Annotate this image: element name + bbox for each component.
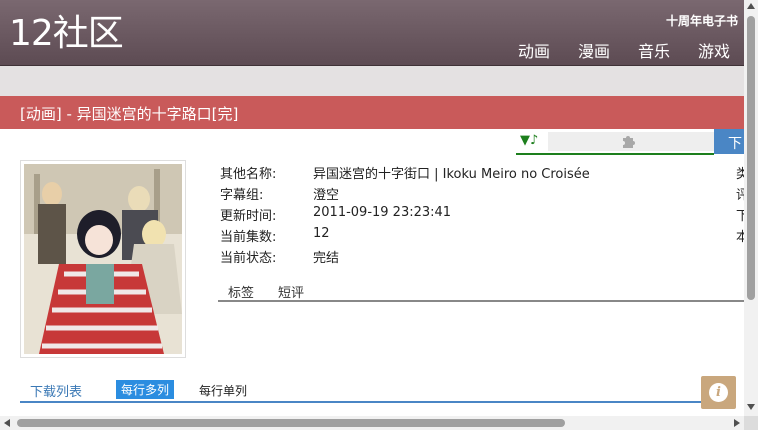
scrollbar-corner <box>744 416 758 430</box>
nav-item-music[interactable]: 音乐 <box>638 38 670 62</box>
detail-tabs: 标签 短评 <box>218 282 744 302</box>
title-bar: [动画] - 异国迷宫的十字路口[完] <box>0 96 744 129</box>
main-nav: 动画 漫画 音乐 游戏 <box>518 38 730 62</box>
sub-header-band <box>0 66 744 96</box>
view-multi-column-button[interactable]: 每行多列 <box>116 380 175 399</box>
download-list-label: 下载列表 <box>30 385 83 400</box>
page-title: [动画] - 异国迷宫的十字路口[完] <box>20 105 239 123</box>
audio-player[interactable]: ▼♪ <box>516 130 714 155</box>
view-single-column-button[interactable]: 每行单列 <box>199 382 247 399</box>
download-button[interactable]: 下 <box>714 129 744 154</box>
site-header: 12社区 十周年电子书 动画 漫画 音乐 游戏 <box>0 0 744 66</box>
tab-short-reviews[interactable]: 短评 <box>278 282 304 301</box>
scroll-right-icon[interactable] <box>734 419 740 427</box>
scroll-thumb[interactable] <box>17 419 565 427</box>
music-note-icon[interactable]: ▼♪ <box>520 133 538 148</box>
promo-link[interactable]: 十周年电子书 <box>666 12 738 29</box>
plugin-area[interactable] <box>548 132 714 151</box>
scroll-down-icon[interactable] <box>747 404 755 410</box>
nav-item-manga[interactable]: 漫画 <box>578 38 610 62</box>
vertical-scrollbar[interactable] <box>744 0 758 416</box>
horizontal-scrollbar[interactable] <box>0 416 744 430</box>
download-list-header: 下载列表 每行多列 每行单列 <box>20 379 736 403</box>
site-logo[interactable]: 12社区 <box>9 12 124 56</box>
scroll-up-icon[interactable] <box>747 3 755 9</box>
info-icon: i <box>709 383 728 402</box>
tab-tags[interactable]: 标签 <box>228 282 254 301</box>
cover-image <box>20 160 186 358</box>
nav-item-anime[interactable]: 动画 <box>518 38 550 62</box>
puzzle-piece-icon <box>620 132 638 154</box>
nav-item-games[interactable]: 游戏 <box>698 38 730 62</box>
scroll-left-icon[interactable] <box>4 419 10 427</box>
info-button[interactable]: i <box>701 376 736 409</box>
scroll-thumb[interactable] <box>747 16 755 300</box>
